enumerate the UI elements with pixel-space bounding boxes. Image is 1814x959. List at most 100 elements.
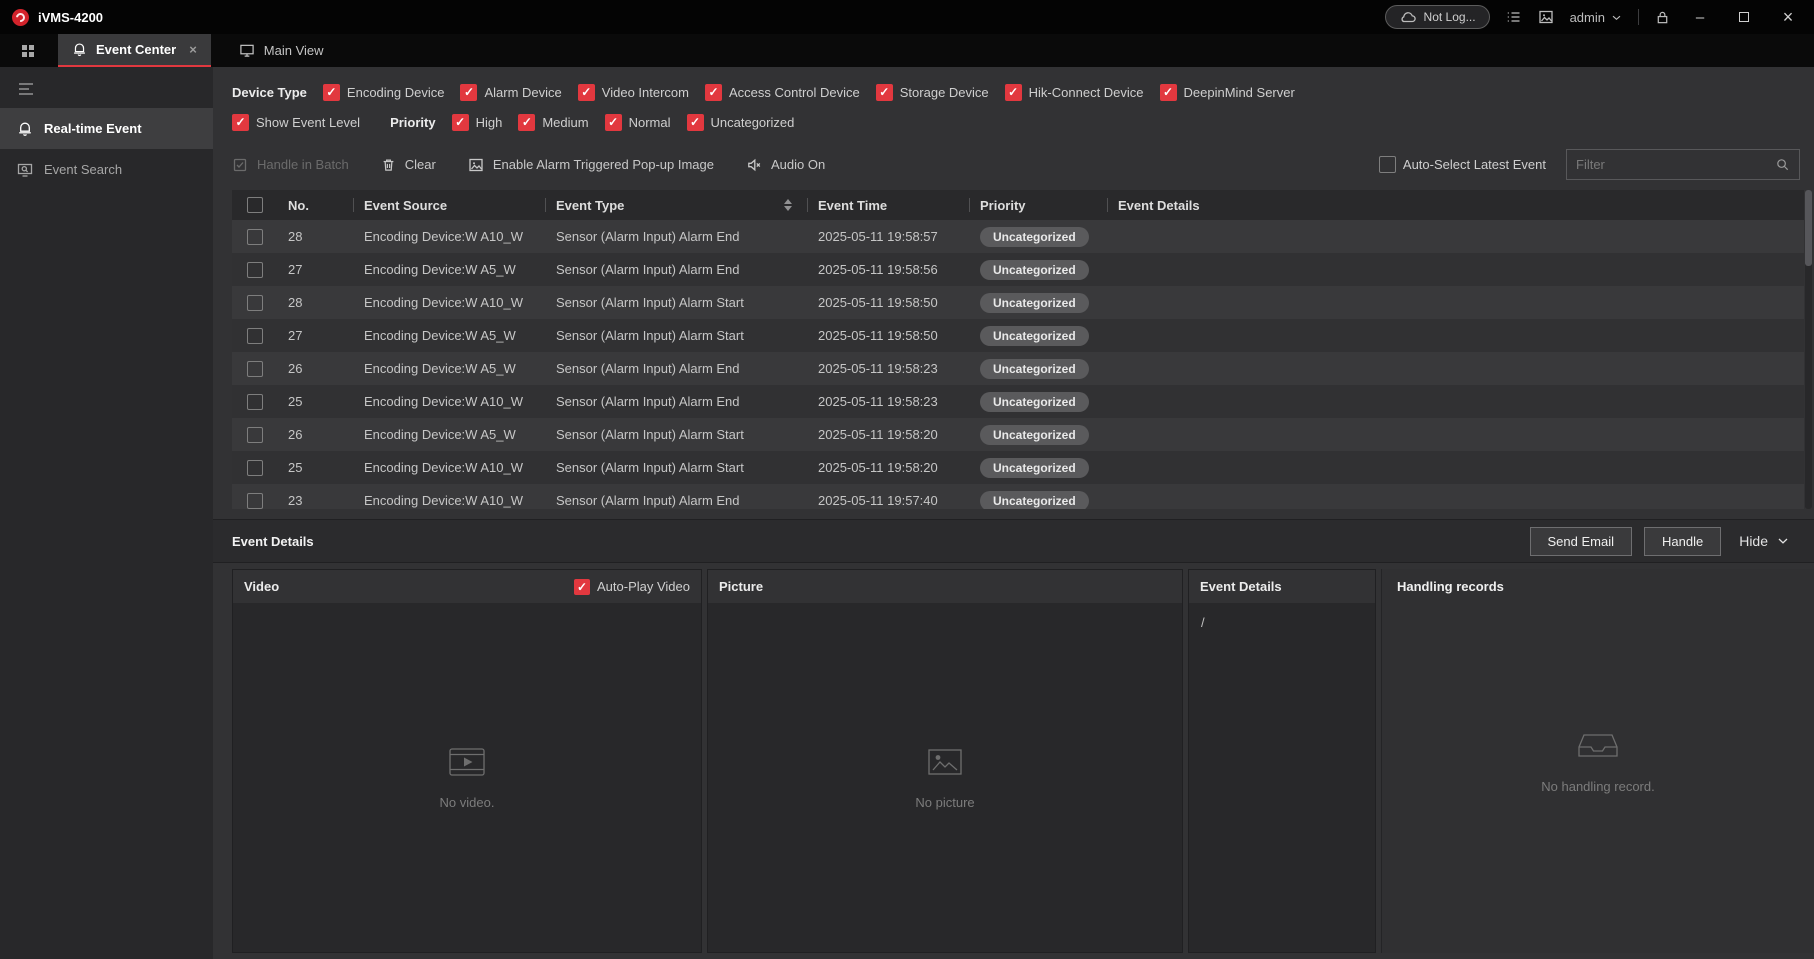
- auto-play-video-checkbox-item[interactable]: ✓ Auto-Play Video: [574, 579, 690, 595]
- filter-checkbox-item[interactable]: ✓ Hik-Connect Device: [1005, 84, 1144, 101]
- table-row[interactable]: 23 Encoding Device:W A10_W Sensor (Alarm…: [232, 484, 1804, 509]
- snapshot-gallery-icon[interactable]: [1538, 9, 1554, 25]
- popup-image-icon: [468, 157, 484, 173]
- checkbox-checked-icon[interactable]: ✓: [1160, 84, 1177, 101]
- filter-checkbox-item[interactable]: ✓ Storage Device: [876, 84, 989, 101]
- table-row[interactable]: 26 Encoding Device:W A5_W Sensor (Alarm …: [232, 352, 1804, 385]
- search-icon[interactable]: [1775, 157, 1790, 172]
- select-all-checkbox[interactable]: [247, 197, 263, 213]
- filter-checkbox-item[interactable]: ✓ Video Intercom: [578, 84, 689, 101]
- tab-event-center[interactable]: Event Center ×: [58, 34, 211, 67]
- row-event-type: Sensor (Alarm Input) Alarm Start: [546, 295, 808, 310]
- checkbox-checked-icon[interactable]: ✓: [705, 84, 722, 101]
- handle-in-batch-button[interactable]: Handle in Batch: [232, 157, 349, 173]
- row-no: 27: [278, 328, 354, 343]
- table-row[interactable]: 25 Encoding Device:W A10_W Sensor (Alarm…: [232, 451, 1804, 484]
- enable-popup-image-button[interactable]: Enable Alarm Triggered Pop-up Image: [468, 157, 714, 173]
- audio-on-button[interactable]: Audio On: [746, 157, 825, 173]
- filter-search-input[interactable]: [1576, 157, 1769, 172]
- checkbox-checked-icon[interactable]: ✓: [687, 114, 704, 131]
- filter-checkbox-item[interactable]: ✓ Access Control Device: [705, 84, 860, 101]
- modules-grid-icon[interactable]: [10, 34, 46, 67]
- row-event-time: 2025-05-11 19:58:20: [808, 427, 970, 442]
- not-logged-in-button[interactable]: Not Log...: [1385, 5, 1490, 29]
- table-row[interactable]: 27 Encoding Device:W A5_W Sensor (Alarm …: [232, 253, 1804, 286]
- row-checkbox[interactable]: [247, 328, 263, 344]
- lock-icon[interactable]: [1655, 10, 1670, 25]
- event-list-icon[interactable]: [1506, 9, 1522, 25]
- header-event-source[interactable]: Event Source: [354, 190, 546, 220]
- filter-checkbox-item[interactable]: ✓ Normal: [605, 114, 671, 131]
- checkbox-checked-icon[interactable]: ✓: [1005, 84, 1022, 101]
- hikvision-logo-icon: [12, 9, 29, 26]
- row-checkbox[interactable]: [247, 460, 263, 476]
- row-checkbox[interactable]: [247, 361, 263, 377]
- header-event-time[interactable]: Event Time: [808, 190, 970, 220]
- event-details-value: /: [1201, 615, 1205, 630]
- filter-section: Device Type ✓ Encoding Device ✓ Alarm De…: [213, 67, 1814, 137]
- filter-checkbox-item[interactable]: ✓ High: [452, 114, 503, 131]
- no-handling-record-icon: [1575, 729, 1621, 763]
- checkbox-checked-icon[interactable]: ✓: [876, 84, 893, 101]
- handle-button[interactable]: Handle: [1644, 527, 1721, 556]
- filter-checkbox-item[interactable]: ✓ Medium: [518, 114, 588, 131]
- user-menu[interactable]: admin: [1570, 10, 1622, 25]
- row-checkbox[interactable]: [247, 493, 263, 509]
- checkbox-checked-icon[interactable]: ✓: [460, 84, 477, 101]
- checkbox-checked-icon[interactable]: ✓: [232, 114, 249, 131]
- header-no[interactable]: No.: [278, 190, 354, 220]
- alarm-bell-icon: [72, 42, 87, 57]
- tab-main-view[interactable]: Main View: [225, 34, 338, 67]
- table-scrollbar[interactable]: [1805, 190, 1812, 509]
- row-checkbox[interactable]: [247, 394, 263, 410]
- row-checkbox[interactable]: [247, 229, 263, 245]
- filter-checkbox-item[interactable]: ✓ Alarm Device: [460, 84, 561, 101]
- checkbox-label: Encoding Device: [347, 85, 445, 100]
- scrollbar-thumb[interactable]: [1805, 190, 1812, 266]
- sidebar-collapse-icon[interactable]: [0, 67, 213, 108]
- checkbox-checked-icon[interactable]: ✓: [578, 84, 595, 101]
- checkbox-checked-icon[interactable]: ✓: [518, 114, 535, 131]
- checkbox-checked-icon[interactable]: ✓: [452, 114, 469, 131]
- row-priority-cell: Uncategorized: [970, 293, 1108, 313]
- checkbox-checked-icon[interactable]: ✓: [323, 84, 340, 101]
- table-row[interactable]: 26 Encoding Device:W A5_W Sensor (Alarm …: [232, 418, 1804, 451]
- show-event-level-checkbox-item[interactable]: ✓ Show Event Level: [232, 114, 360, 131]
- header-event-details[interactable]: Event Details: [1108, 190, 1804, 220]
- row-checkbox[interactable]: [247, 295, 263, 311]
- tab-close-icon[interactable]: ×: [189, 42, 197, 57]
- header-priority[interactable]: Priority: [970, 190, 1108, 220]
- checkbox-checked-icon[interactable]: ✓: [574, 579, 590, 595]
- row-no: 25: [278, 460, 354, 475]
- hide-button[interactable]: Hide: [1733, 533, 1795, 549]
- sidebar-item-event-search[interactable]: Event Search: [0, 149, 213, 190]
- checkbox-checked-icon[interactable]: ✓: [605, 114, 622, 131]
- clear-button[interactable]: Clear: [381, 157, 436, 173]
- close-button[interactable]: ×: [1774, 5, 1802, 29]
- maximize-button[interactable]: [1730, 5, 1758, 29]
- table-row[interactable]: 28 Encoding Device:W A10_W Sensor (Alarm…: [232, 286, 1804, 319]
- checkbox-unchecked-icon[interactable]: [1379, 156, 1396, 173]
- user-name: admin: [1570, 10, 1605, 25]
- send-email-button[interactable]: Send Email: [1530, 527, 1632, 556]
- minimize-button[interactable]: –: [1686, 5, 1714, 29]
- auto-select-latest-checkbox-item[interactable]: Auto-Select Latest Event: [1379, 156, 1546, 173]
- monitor-icon: [239, 43, 255, 58]
- row-checkbox[interactable]: [247, 262, 263, 278]
- filter-search-box[interactable]: [1566, 149, 1800, 180]
- row-checkbox[interactable]: [247, 427, 263, 443]
- filter-checkbox-item[interactable]: ✓ Uncategorized: [687, 114, 795, 131]
- sidebar-item-realtime-event[interactable]: Real-time Event: [0, 108, 213, 149]
- sort-icon[interactable]: [784, 199, 792, 211]
- filter-checkbox-item[interactable]: ✓ Encoding Device: [323, 84, 445, 101]
- chevron-down-icon: [1611, 14, 1622, 21]
- filter-checkbox-item[interactable]: ✓ DeepinMind Server: [1160, 84, 1295, 101]
- audio-on-label: Audio On: [771, 157, 825, 172]
- table-row[interactable]: 27 Encoding Device:W A5_W Sensor (Alarm …: [232, 319, 1804, 352]
- checkbox-label: Access Control Device: [729, 85, 860, 100]
- table-row[interactable]: 28 Encoding Device:W A10_W Sensor (Alarm…: [232, 220, 1804, 253]
- table-row[interactable]: 25 Encoding Device:W A10_W Sensor (Alarm…: [232, 385, 1804, 418]
- event-table: No. Event Source Event Type Event Time P…: [232, 190, 1804, 509]
- header-event-type[interactable]: Event Type: [546, 190, 808, 220]
- header-event-type-label: Event Type: [556, 198, 624, 213]
